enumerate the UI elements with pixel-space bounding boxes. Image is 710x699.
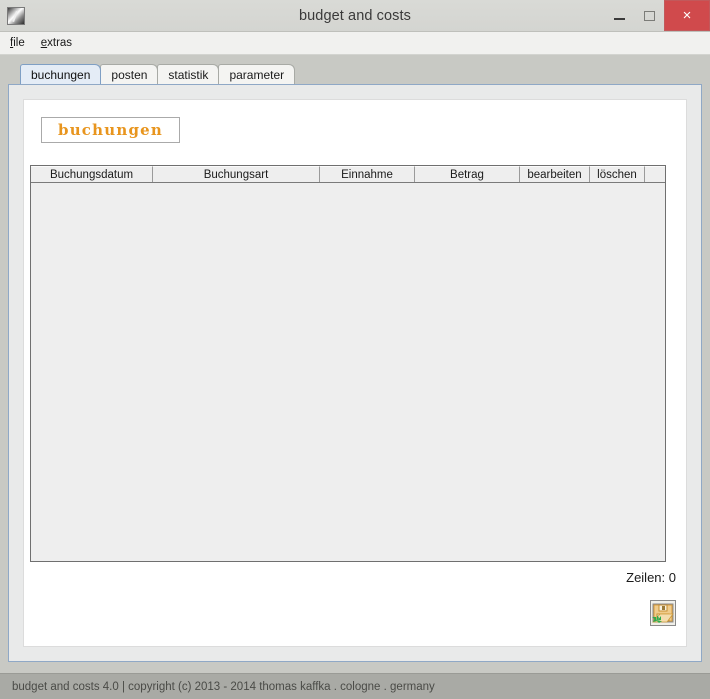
menu-file-rest: ile — [13, 37, 25, 49]
tab-panel-buchungen: buchungen Buchungsdatum Buchungsart Einn… — [8, 84, 702, 662]
column-header-bearbeiten[interactable]: bearbeiten — [520, 166, 590, 182]
column-header-loeschen[interactable]: löschen — [590, 166, 645, 182]
buchungen-table: Buchungsdatum Buchungsart Einnahme Betra… — [30, 165, 666, 562]
tab-posten[interactable]: posten — [100, 64, 159, 84]
app-icon — [7, 6, 25, 25]
minimize-button[interactable] — [604, 0, 634, 31]
content-panel: buchungen Buchungsdatum Buchungsart Einn… — [23, 99, 687, 647]
menu-bar: file extras — [0, 32, 710, 55]
menu-item-extras[interactable]: extras — [41, 37, 72, 49]
row-count-label: Zeilen: 0 — [626, 570, 676, 585]
tab-statistik-label: statistik — [168, 67, 209, 82]
application-window: budget and costs × file extras buchungen… — [0, 0, 710, 699]
tab-buchungen-label: buchungen — [31, 67, 91, 82]
tab-posten-label: posten — [111, 67, 148, 82]
column-header-betrag[interactable]: Betrag — [415, 166, 520, 182]
tab-parameter[interactable]: parameter — [218, 64, 296, 84]
menu-item-file[interactable]: file — [10, 37, 25, 49]
tab-statistik[interactable]: statistik — [157, 64, 220, 84]
status-bar: budget and costs 4.0 | copyright (c) 201… — [0, 673, 710, 699]
export-save-icon — [652, 603, 674, 623]
export-button[interactable] — [650, 600, 676, 626]
maximize-icon — [643, 10, 655, 21]
status-bar-text: budget and costs 4.0 | copyright (c) 201… — [12, 680, 435, 693]
table-header-row: Buchungsdatum Buchungsart Einnahme Betra… — [31, 166, 665, 183]
tab-buchungen[interactable]: buchungen — [20, 64, 102, 84]
window-controls: × — [604, 0, 710, 31]
title-bar[interactable]: budget and costs × — [0, 0, 710, 32]
page-title: buchungen — [58, 121, 163, 139]
maximize-button[interactable] — [634, 0, 664, 31]
column-header-buchungsart[interactable]: Buchungsart — [153, 166, 320, 182]
section-title-box: buchungen — [41, 117, 180, 143]
table-body[interactable] — [31, 183, 665, 561]
column-header-spacer — [645, 166, 665, 182]
tab-strip: buchungen posten statistik parameter — [8, 63, 702, 84]
column-header-einnahme[interactable]: Einnahme — [320, 166, 415, 182]
minimize-icon — [613, 17, 625, 20]
close-button[interactable]: × — [664, 0, 710, 31]
menu-extras-rest: xtras — [47, 37, 73, 49]
tab-parameter-label: parameter — [229, 67, 285, 82]
client-area: buchungen posten statistik parameter buc… — [0, 55, 710, 674]
column-header-buchungsdatum[interactable]: Buchungsdatum — [31, 166, 153, 182]
